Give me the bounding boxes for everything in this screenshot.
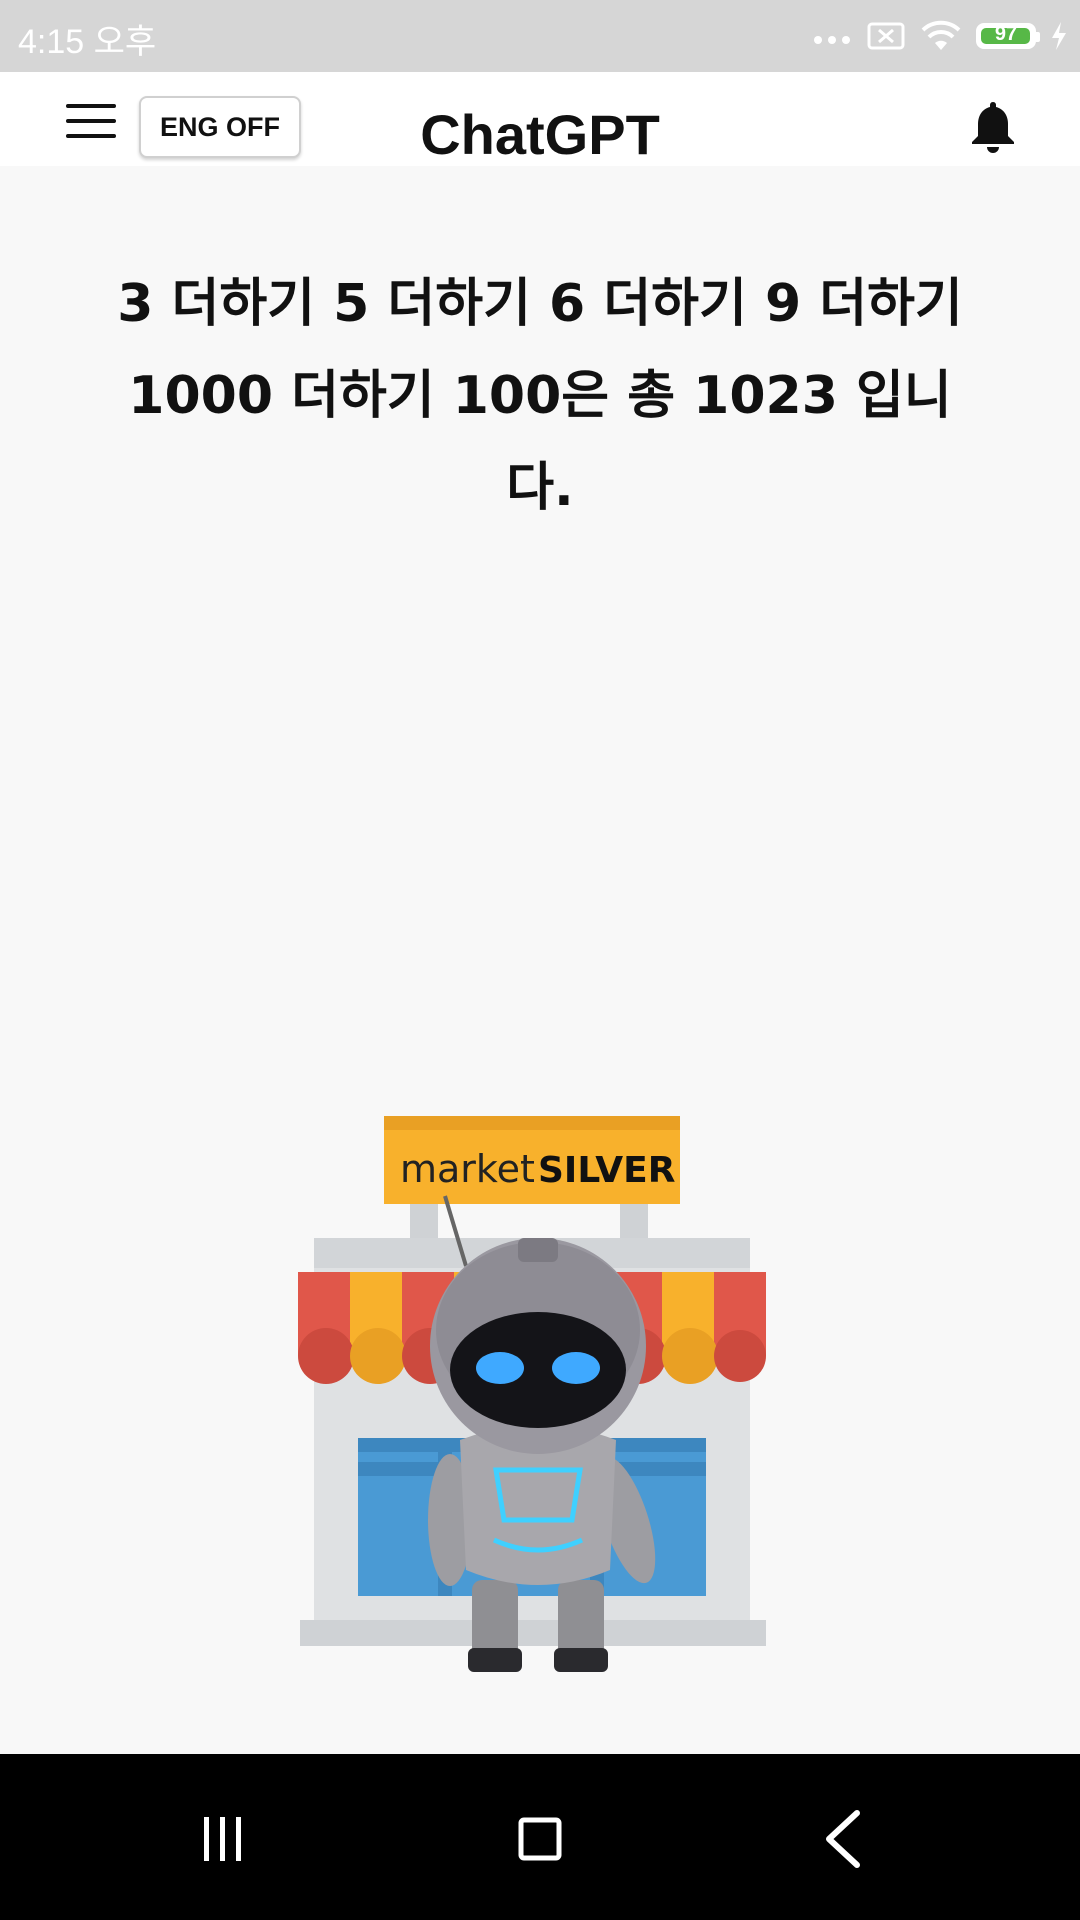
market-silver-illustration: market SILVER [280, 1100, 800, 1680]
recents-icon[interactable] [168, 1784, 278, 1894]
battery-icon: 97 [976, 23, 1040, 49]
status-time: 4:15 오후 [18, 23, 157, 61]
eng-toggle-button[interactable]: ENG OFF [139, 96, 301, 158]
battery-cap [1036, 32, 1040, 42]
battery-level: 97 [994, 23, 1018, 45]
app-header: ENG OFF ChatGPT [0, 72, 1080, 166]
charging-bolt-icon [1050, 21, 1068, 51]
sign-text-bold: SILVER [538, 1150, 675, 1191]
status-bar: 4:15 오후 97 [0, 0, 1080, 72]
more-dots-icon [812, 26, 852, 46]
notification-blocked-icon [866, 20, 906, 52]
back-icon[interactable] [788, 1784, 898, 1894]
status-icons: 97 [812, 14, 1068, 58]
navigation-bar [0, 1754, 1080, 1920]
screen: 4:15 오후 97 ENG OFF ChatGPT 3 더하기 5 더하기 6… [0, 0, 1080, 1920]
wifi-icon [920, 20, 962, 52]
home-icon[interactable] [485, 1784, 595, 1894]
menu-line [66, 104, 116, 108]
answer-text: 3 더하기 5 더하기 6 더하기 9 더하기 1000 더하기 100은 총 … [117, 274, 963, 518]
page-title: ChatGPT [420, 103, 660, 166]
bell-icon[interactable] [966, 98, 1020, 154]
menu-line [66, 134, 116, 138]
menu-line [66, 119, 116, 123]
sign-text-regular: market [400, 1147, 535, 1191]
hamburger-menu-icon[interactable] [58, 98, 124, 144]
